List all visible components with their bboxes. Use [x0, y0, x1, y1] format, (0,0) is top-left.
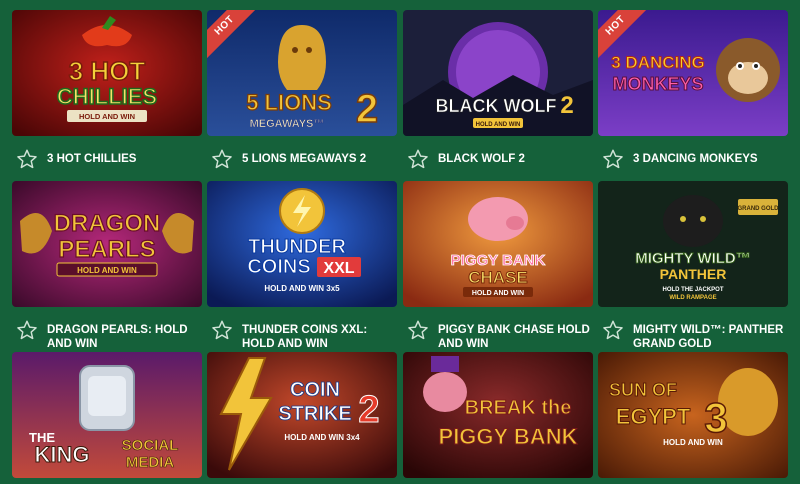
- svg-text:HOLD AND WIN 3x5: HOLD AND WIN 3x5: [264, 284, 340, 293]
- svg-text:PEARLS: PEARLS: [58, 236, 155, 263]
- game-thumbnail[interactable]: BLACK WOLF 2 HOLD AND WIN: [403, 10, 593, 136]
- svg-text:DRAGON: DRAGON: [54, 210, 161, 237]
- star-outline-icon[interactable]: [211, 319, 233, 341]
- svg-text:CHILLIES: CHILLIES: [57, 84, 157, 109]
- game-title[interactable]: 3 DANCING MONKEYS: [633, 152, 788, 166]
- svg-text:MEDIA: MEDIA: [126, 454, 175, 471]
- svg-text:GRAND GOLD: GRAND GOLD: [738, 206, 780, 212]
- svg-text:HOLD AND WIN: HOLD AND WIN: [472, 290, 524, 297]
- game-thumbnail[interactable]: 3 DANCING MONKEYS HOT: [598, 10, 788, 136]
- game-meta: 5 LIONS MEGAWAYS 2: [211, 146, 397, 180]
- svg-text:THUNDER: THUNDER: [248, 236, 346, 258]
- game-thumbnail[interactable]: DRAGON PEARLS HOLD AND WIN: [12, 181, 202, 307]
- svg-text:PANTHER: PANTHER: [660, 266, 727, 282]
- game-thumbnail[interactable]: THE KING SOCIAL MEDIA: [12, 352, 202, 478]
- svg-text:3 HOT: 3 HOT: [69, 56, 146, 86]
- game-title[interactable]: MIGHTY WILD™: PANTHER GRAND GOLD: [633, 323, 788, 351]
- game-meta: PIGGY BANK CHASE HOLD AND WIN: [407, 317, 593, 351]
- svg-text:3 DANCING: 3 DANCING: [611, 53, 705, 72]
- game-thumbnail[interactable]: GRAND GOLD MIGHTY WILD™ PANTHER HOLD THE…: [598, 181, 788, 307]
- game-thumbnail[interactable]: 3 HOT CHILLIES HOLD AND WIN: [12, 10, 202, 136]
- svg-text:KING: KING: [35, 442, 90, 467]
- svg-text:3: 3: [704, 394, 727, 441]
- svg-text:PIGGY BANK: PIGGY BANK: [451, 252, 546, 269]
- game-thumbnail[interactable]: BREAK the PIGGY BANK: [403, 352, 593, 478]
- svg-text:2: 2: [560, 92, 573, 119]
- svg-text:5 LIONS: 5 LIONS: [246, 90, 332, 115]
- svg-text:2: 2: [358, 389, 379, 431]
- svg-text:HOLD AND WIN 3x4: HOLD AND WIN 3x4: [284, 433, 360, 442]
- game-meta: THUNDER COINS XXL: HOLD AND WIN: [211, 317, 397, 351]
- game-meta: 3 DANCING MONKEYS: [602, 146, 788, 180]
- svg-text:EGYPT: EGYPT: [616, 404, 691, 429]
- svg-text:2: 2: [356, 87, 378, 131]
- svg-text:HOLD THE JACKPOT: HOLD THE JACKPOT: [662, 287, 723, 293]
- game-title[interactable]: BLACK WOLF 2: [438, 152, 593, 166]
- svg-text:CHASE: CHASE: [468, 268, 528, 287]
- game-title[interactable]: THUNDER COINS XXL: HOLD AND WIN: [242, 323, 397, 351]
- game-meta: DRAGON PEARLS: HOLD AND WIN: [16, 317, 202, 351]
- game-title[interactable]: PIGGY BANK CHASE HOLD AND WIN: [438, 323, 593, 351]
- svg-text:HOLD AND WIN: HOLD AND WIN: [79, 112, 135, 121]
- star-outline-icon[interactable]: [407, 148, 429, 170]
- star-outline-icon[interactable]: [602, 319, 624, 341]
- svg-text:MIGHTY WILD™: MIGHTY WILD™: [635, 250, 751, 267]
- svg-text:SUN OF: SUN OF: [609, 380, 677, 400]
- star-outline-icon[interactable]: [407, 319, 429, 341]
- svg-text:STRIKE: STRIKE: [278, 403, 351, 425]
- svg-text:WILD RAMPAGE: WILD RAMPAGE: [669, 295, 716, 301]
- game-thumbnail[interactable]: SUN OF EGYPT 3 HOLD AND WIN: [598, 352, 788, 478]
- svg-text:HOLD AND WIN: HOLD AND WIN: [663, 438, 723, 447]
- game-title[interactable]: 3 HOT CHILLIES: [47, 152, 202, 166]
- star-outline-icon[interactable]: [16, 148, 38, 170]
- game-meta: BLACK WOLF 2: [407, 146, 593, 180]
- svg-text:BREAK the: BREAK the: [465, 397, 572, 419]
- svg-text:MEGAWAYS™: MEGAWAYS™: [250, 118, 325, 130]
- game-title[interactable]: 5 LIONS MEGAWAYS 2: [242, 152, 397, 166]
- svg-text:BLACK WOLF: BLACK WOLF: [436, 96, 557, 116]
- game-thumbnail[interactable]: PIGGY BANK CHASE HOLD AND WIN: [403, 181, 593, 307]
- svg-text:HOLD AND WIN: HOLD AND WIN: [77, 266, 137, 275]
- game-thumbnail[interactable]: THUNDER COINS XXL HOLD AND WIN 3x5: [207, 181, 397, 307]
- star-outline-icon[interactable]: [211, 148, 233, 170]
- game-meta: 3 HOT CHILLIES: [16, 146, 202, 180]
- svg-text:COIN: COIN: [290, 379, 340, 401]
- svg-text:PIGGY BANK: PIGGY BANK: [439, 424, 578, 449]
- star-outline-icon[interactable]: [602, 148, 624, 170]
- svg-text:XXL: XXL: [323, 260, 354, 277]
- game-grid: 3 HOT CHILLIES HOLD AND WIN 3 HOT CHILLI…: [0, 0, 800, 484]
- game-meta: MIGHTY WILD™: PANTHER GRAND GOLD: [602, 317, 788, 351]
- svg-text:HOLD AND WIN: HOLD AND WIN: [476, 122, 521, 128]
- game-title[interactable]: DRAGON PEARLS: HOLD AND WIN: [47, 323, 202, 351]
- star-outline-icon[interactable]: [16, 319, 38, 341]
- svg-text:COINS: COINS: [247, 256, 310, 278]
- svg-text:SOCIAL: SOCIAL: [122, 437, 179, 454]
- game-thumbnail[interactable]: COIN STRIKE 2 HOLD AND WIN 3x4: [207, 352, 397, 478]
- game-thumbnail[interactable]: 5 LIONS 2 MEGAWAYS™ HOT: [207, 10, 397, 136]
- svg-text:MONKEYS: MONKEYS: [612, 74, 703, 94]
